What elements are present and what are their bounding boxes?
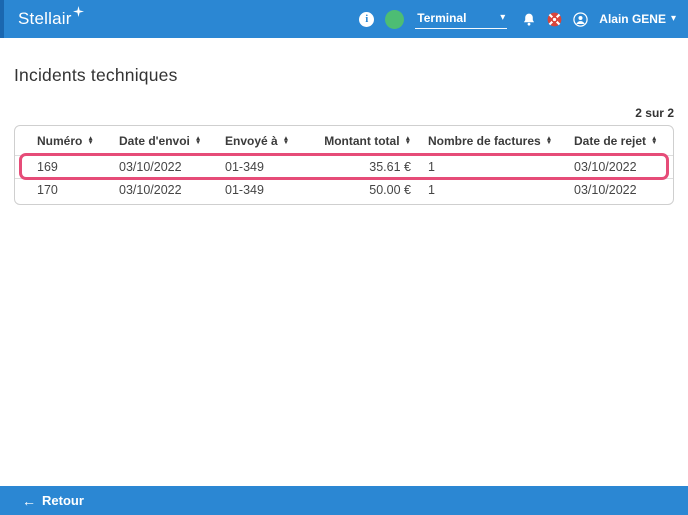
cell-montant-total: 35.61 € — [314, 160, 428, 174]
back-button[interactable]: ← Retour — [22, 493, 84, 509]
lifebuoy-icon[interactable] — [547, 12, 562, 27]
window-edge — [0, 0, 4, 38]
stellair-logo[interactable]: Stellair — [18, 9, 84, 29]
status-indicator-dot — [385, 10, 404, 29]
column-header-envoye-a[interactable]: Envoyé à ▲▼ — [225, 134, 314, 148]
column-header-date-envoi[interactable]: Date d'envoi ▲▼ — [119, 134, 225, 148]
table-header-row: Numéro ▲▼ Date d'envoi ▲▼ Envoyé à ▲▼ Mo… — [15, 126, 673, 155]
user-avatar-icon[interactable] — [573, 12, 588, 27]
incidents-table-card: Numéro ▲▼ Date d'envoi ▲▼ Envoyé à ▲▼ Mo… — [14, 125, 674, 205]
terminal-select-value: Terminal — [417, 11, 466, 25]
sort-icon: ▲▼ — [651, 137, 657, 146]
footer-bar: ← Retour — [0, 486, 688, 515]
sort-icon: ▲▼ — [546, 137, 552, 146]
column-header-nombre-factures[interactable]: Nombre de factures ▲▼ — [428, 134, 574, 148]
cell-numero: 170 — [15, 183, 119, 197]
sort-icon: ▲▼ — [283, 137, 289, 146]
cell-date-envoi: 03/10/2022 — [119, 160, 225, 174]
user-name: Alain GENE — [599, 12, 666, 26]
sort-icon: ▲▼ — [195, 137, 201, 146]
cell-numero: 169 — [15, 160, 119, 174]
table-row[interactable]: 170 03/10/2022 01-349 50.00 € 1 03/10/20… — [15, 178, 673, 201]
appbar-right-cluster: i Terminal ▾ — [359, 10, 676, 29]
sort-icon: ▲▼ — [405, 137, 411, 146]
back-button-label: Retour — [42, 493, 84, 508]
result-count: 2 sur 2 — [14, 106, 674, 120]
main-content: Incidents techniques 2 sur 2 Numéro ▲▼ D… — [0, 38, 688, 205]
sparkle-icon — [73, 6, 84, 17]
cell-date-rejet: 03/10/2022 — [574, 183, 673, 197]
column-header-montant-total[interactable]: Montant total ▲▼ — [314, 134, 428, 148]
column-header-numero[interactable]: Numéro ▲▼ — [15, 134, 119, 148]
cell-date-envoi: 03/10/2022 — [119, 183, 225, 197]
info-icon[interactable]: i — [359, 12, 374, 27]
cell-envoye-a: 01-349 — [225, 160, 314, 174]
chevron-down-icon: ▾ — [500, 13, 505, 23]
cell-envoye-a: 01-349 — [225, 183, 314, 197]
bell-icon[interactable] — [522, 12, 536, 27]
app-bar: Stellair i Terminal ▾ — [0, 0, 688, 38]
cell-nombre-factures: 1 — [428, 160, 574, 174]
table-row[interactable]: 169 03/10/2022 01-349 35.61 € 1 03/10/20… — [15, 155, 673, 178]
cell-nombre-factures: 1 — [428, 183, 574, 197]
left-arrow-icon: ← — [22, 493, 36, 509]
cell-montant-total: 50.00 € — [314, 183, 428, 197]
sort-icon: ▲▼ — [87, 137, 93, 146]
logo-text: Stellair — [18, 9, 72, 29]
user-menu[interactable]: Alain GENE ▾ — [599, 12, 676, 26]
chevron-down-icon: ▾ — [671, 14, 676, 24]
page-title: Incidents techniques — [14, 65, 674, 86]
column-header-date-rejet[interactable]: Date de rejet ▲▼ — [574, 134, 673, 148]
cell-date-rejet: 03/10/2022 — [574, 160, 673, 174]
terminal-select[interactable]: Terminal ▾ — [415, 10, 507, 29]
